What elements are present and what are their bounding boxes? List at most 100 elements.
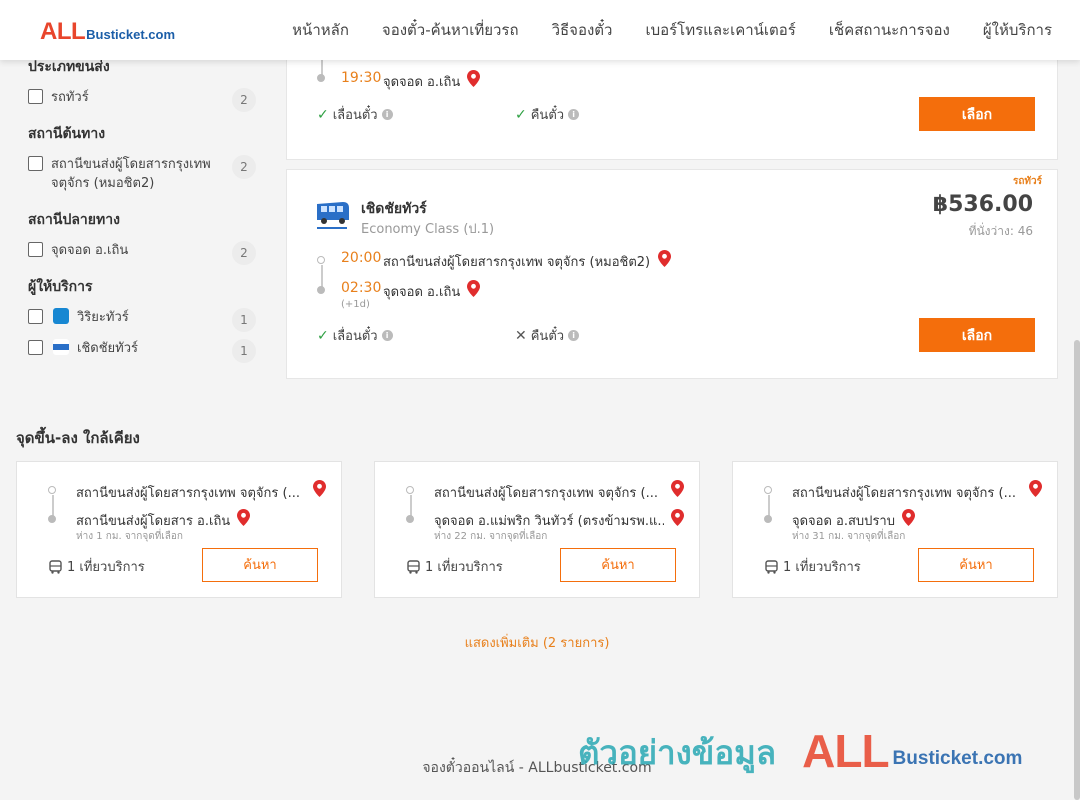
arrive-time: 19:30: [341, 70, 382, 86]
show-more-link[interactable]: แสดงเพิ่มเติม (2 รายการ): [0, 632, 1074, 653]
arrive-stop: จุดจอด อ.เถิน: [383, 285, 461, 300]
checkbox[interactable]: [28, 309, 43, 324]
map-pin-icon[interactable]: [313, 480, 326, 497]
filter-label: สถานีขนส่งผู้โดยสารกรุงเทพ จตุจักร (หมอช…: [51, 157, 211, 191]
count-badge: 2: [232, 241, 256, 265]
nearby-trips: 1 เที่ยวบริการ: [407, 556, 503, 577]
route-dot: [317, 74, 325, 82]
operator-logo-icon: [53, 339, 69, 355]
feature-label: เลื่อนตั๋ว: [332, 108, 378, 123]
watermark-logo-all: ALL: [802, 725, 889, 777]
nearby-card: สถานีขนส่งผู้โดยสารกรุงเทพ จตุจักร (... …: [732, 461, 1058, 598]
map-pin-icon[interactable]: [1029, 480, 1042, 497]
check-icon: ✓: [317, 327, 329, 344]
nearby-trips: 1 เที่ยวบริการ: [765, 556, 861, 577]
map-pin-icon[interactable]: [671, 480, 684, 497]
filter-heading: สถานีปลายทาง: [28, 212, 120, 228]
checkbox[interactable]: [28, 156, 43, 171]
trips-label: 1 เที่ยวบริการ: [67, 560, 145, 575]
route-dot: [764, 486, 772, 494]
feature-change-ticket: ✓ เลื่อนตั๋ว i: [317, 325, 393, 346]
count-badge: 1: [232, 308, 256, 332]
count-badge: 1: [232, 339, 256, 363]
route-dot: [764, 515, 772, 523]
nav-operators[interactable]: ผู้ให้บริการ: [983, 18, 1052, 42]
trips-label: 1 เที่ยวบริการ: [783, 560, 861, 575]
filter-option[interactable]: สถานีขนส่งผู้โดยสารกรุงเทพ จตุจักร (หมอช…: [28, 155, 256, 193]
filter-operators: ผู้ให้บริการ วิริยะทัวร์ 1 เชิดชัยทัวร์ …: [28, 276, 256, 363]
filter-heading: สถานีต้นทาง: [28, 126, 106, 142]
site-logo[interactable]: ALL Busticket.com: [40, 18, 175, 46]
info-icon[interactable]: i: [568, 109, 580, 120]
map-pin-icon[interactable]: [671, 509, 684, 526]
header: ALL Busticket.com หน้าหลัก จองตั๋ว-ค้นหา…: [0, 0, 1080, 60]
bus-icon: [407, 559, 420, 574]
count-badge: 2: [232, 155, 256, 179]
filter-label: รถทัวร์: [51, 90, 89, 105]
nearby-card: สถานีขนส่งผู้โดยสารกรุงเทพ จตุจักร (... …: [374, 461, 700, 598]
info-icon[interactable]: i: [568, 330, 580, 341]
nearby-to: จุดจอด อ.แม่พริก วินทัวร์ (ตรงข้ามรพ.แ..…: [434, 514, 664, 529]
filter-heading: ผู้ให้บริการ: [28, 279, 93, 295]
route-line: [52, 495, 54, 517]
trip-card: 19:30 จุดจอด อ.เถิน ✓ เลื่อนตั๋ว i ✓ คืน…: [286, 56, 1058, 160]
check-icon: ✓: [515, 106, 527, 123]
map-pin-icon[interactable]: [658, 250, 671, 267]
feature-label: คืนตั๋ว: [530, 329, 565, 344]
next-day-badge: (+1d): [341, 299, 370, 310]
seats-available: ที่นั่งว่าง: 46: [968, 224, 1033, 238]
depart-stop: สถานีขนส่งผู้โดยสารกรุงเทพ จตุจักร (หมอช…: [383, 255, 651, 270]
nearby-from: สถานีขนส่งผู้โดยสารกรุงเทพ จตุจักร (...: [792, 486, 1016, 501]
arrive-time: 02:30: [341, 280, 382, 296]
checkbox[interactable]: [28, 89, 43, 104]
route-dot: [406, 515, 414, 523]
trip-card: รถทัวร์ เชิดชัยทัวร์ Economy Class (ป.1)…: [286, 169, 1058, 379]
filter-option[interactable]: จุดจอด อ.เถิน 2: [28, 241, 256, 265]
feature-refund-ticket: ✕ คืนตั๋ว i: [515, 325, 580, 346]
checkbox[interactable]: [28, 242, 43, 257]
filter-sidebar: ประเภทขนส่ง รถทัวร์ 2 สถานีต้นทาง สถานีข…: [28, 56, 256, 374]
select-trip-button[interactable]: เลือก: [919, 97, 1035, 131]
info-icon[interactable]: i: [381, 109, 393, 120]
filter-option[interactable]: เชิดชัยทัวร์ 1: [28, 339, 256, 363]
nearby-from: สถานีขนส่งผู้โดยสารกรุงเทพ จตุจักร (...: [434, 486, 658, 501]
route-dot: [317, 286, 325, 294]
map-pin-icon[interactable]: [902, 509, 915, 526]
nearby-from: สถานีขนส่งผู้โดยสารกรุงเทพ จตุจักร (...: [76, 486, 300, 501]
depart-time: 20:00: [341, 250, 382, 266]
search-button[interactable]: ค้นหา: [918, 548, 1034, 582]
logo-busticket: Busticket.com: [86, 27, 176, 42]
nearby-distance: ห่าง 22 กม. จากจุดที่เลือก: [434, 531, 548, 542]
nav-home[interactable]: หน้าหลัก: [292, 18, 349, 42]
filter-origin: สถานีต้นทาง สถานีขนส่งผู้โดยสารกรุงเทพ จ…: [28, 123, 256, 193]
watermark: ตัวอย่างข้อมูล ALL Busticket.com: [578, 726, 1022, 776]
route-line: [768, 495, 770, 517]
trip-price: ฿536.00: [932, 192, 1033, 217]
nav-how-to-book[interactable]: วิธีจองตั๋ว: [552, 18, 613, 42]
operator-name: เชิดชัยทัวร์: [361, 201, 427, 217]
route-dot: [48, 486, 56, 494]
filter-option[interactable]: รถทัวร์ 2: [28, 88, 256, 112]
search-button[interactable]: ค้นหา: [202, 548, 318, 582]
operator-logo-icon: [313, 196, 351, 234]
feature-refund-ticket: ✓ คืนตั๋ว i: [515, 104, 580, 125]
map-pin-icon[interactable]: [237, 509, 250, 526]
scrollbar-thumb[interactable]: [1074, 340, 1080, 800]
route-dot: [48, 515, 56, 523]
arrive-stop: จุดจอด อ.เถิน: [383, 75, 461, 90]
filter-option[interactable]: วิริยะทัวร์ 1: [28, 308, 256, 332]
filter-vehicle-type: ประเภทขนส่ง รถทัวร์ 2: [28, 56, 256, 112]
nav-check-booking[interactable]: เช็คสถานะการจอง: [829, 18, 950, 42]
search-button[interactable]: ค้นหา: [560, 548, 676, 582]
select-trip-button[interactable]: เลือก: [919, 318, 1035, 352]
nav-book-search[interactable]: จองตั๋ว-ค้นหาเที่ยวรถ: [382, 18, 519, 42]
map-pin-icon[interactable]: [467, 280, 480, 297]
filter-label: วิริยะทัวร์: [77, 310, 129, 325]
nearby-distance: ห่าง 1 กม. จากจุดที่เลือก: [76, 531, 183, 542]
info-icon[interactable]: i: [381, 330, 393, 341]
checkbox[interactable]: [28, 340, 43, 355]
map-pin-icon[interactable]: [467, 70, 480, 87]
nearby-distance: ห่าง 31 กม. จากจุดที่เลือก: [792, 531, 906, 542]
feature-label: เลื่อนตั๋ว: [332, 329, 378, 344]
nav-contact-counters[interactable]: เบอร์โทรและเคาน์เตอร์: [645, 18, 795, 42]
